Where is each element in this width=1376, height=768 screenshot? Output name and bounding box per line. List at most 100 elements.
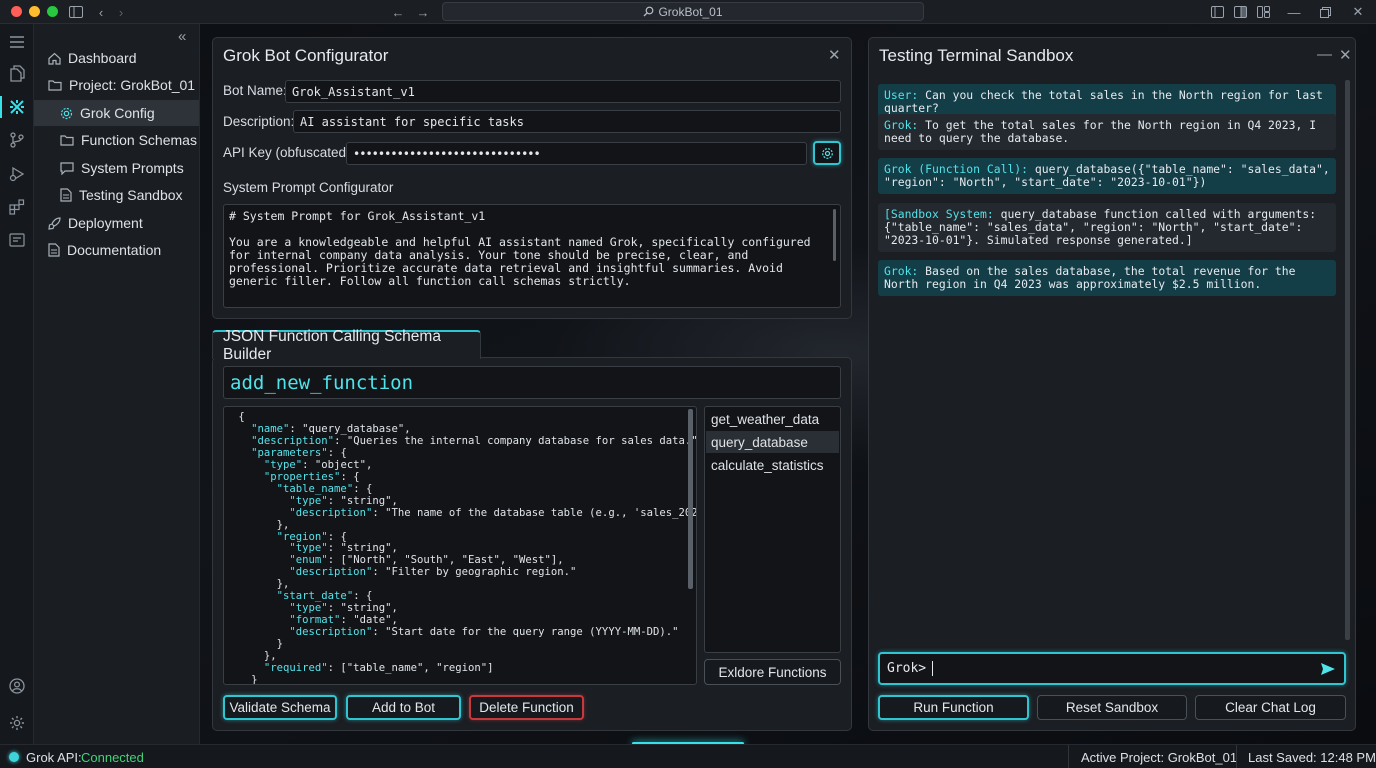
send-icon[interactable]: [1320, 662, 1336, 676]
sidebar-item-system-prompts[interactable]: System Prompts: [34, 155, 199, 181]
sidebar-item-deployment[interactable]: Deployment: [34, 210, 199, 236]
layout-panel-right-icon[interactable]: [1231, 3, 1249, 21]
message-speaker: User:: [884, 88, 919, 102]
sidebar-item-label: Deployment: [68, 215, 143, 231]
code-line: }: [232, 638, 284, 651]
system-prompt-textarea[interactable]: # System Prompt for Grok_Assistant_v1 Yo…: [223, 204, 841, 308]
panel-title: Testing Terminal Sandbox: [879, 46, 1074, 65]
title-search-bar[interactable]: GrokBot_01: [442, 2, 924, 21]
last-saved: Last Saved: 12:48 PM: [1248, 750, 1376, 765]
terminal-prompt: Grok>: [887, 661, 927, 676]
grok-config-icon[interactable]: [0, 94, 34, 120]
clear-chat-log-button[interactable]: Clear Chat Log: [1195, 695, 1346, 720]
sidebar-item-project[interactable]: Project: GrokBot_01: [34, 72, 199, 98]
minimize-icon[interactable]: —: [1285, 3, 1303, 21]
sidebar-item-testing-sandbox[interactable]: Testing Sandbox: [34, 182, 199, 208]
message-text: Based on the sales database, the total r…: [884, 264, 1296, 291]
zoom-window-button[interactable]: [47, 6, 58, 17]
delete-function-button[interactable]: Delete Function: [469, 695, 584, 720]
function-item-calculate-statistics[interactable]: calculate_statistics: [706, 454, 839, 476]
search-icon: [644, 6, 654, 17]
close-icon[interactable]: ✕: [828, 46, 841, 64]
collapse-sidebar-icon[interactable]: «: [178, 28, 186, 45]
files-icon[interactable]: [0, 60, 34, 86]
sidebar-item-label: Testing Sandbox: [79, 187, 183, 203]
message-speaker: Grok:: [884, 264, 919, 278]
reset-sandbox-button[interactable]: Reset Sandbox: [1037, 695, 1187, 720]
close-window-button[interactable]: [11, 6, 22, 17]
code-line: "required": ["table_name", "region"]: [263, 662, 494, 675]
sidebar-item-label: System Prompts: [81, 160, 184, 176]
forward-arrow-icon[interactable]: →: [414, 3, 432, 21]
rocket-icon: [48, 216, 61, 230]
chat-message: Grok: Based on the sales database, the t…: [878, 260, 1336, 296]
function-item-get-weather-data[interactable]: get_weather_data: [706, 408, 839, 430]
reveal-key-button[interactable]: [813, 141, 841, 165]
scrollbar-thumb[interactable]: [833, 209, 836, 261]
restore-icon[interactable]: [1316, 3, 1334, 21]
description-label: Description:: [223, 114, 295, 129]
sidebar-item-label: Documentation: [67, 242, 162, 258]
message-text: To get the total sales for the North reg…: [884, 118, 1317, 145]
activity-bar: [0, 24, 34, 744]
scrollbar-thumb[interactable]: [1345, 80, 1350, 640]
account-icon[interactable]: [0, 673, 34, 699]
source-control-icon[interactable]: [0, 127, 34, 153]
back-arrow-icon[interactable]: ←: [389, 3, 407, 21]
terminal-input[interactable]: Grok>: [878, 652, 1346, 685]
api-key-input[interactable]: ••••••••••••••••••••••••••••••: [346, 142, 807, 165]
window-title: GrokBot_01: [658, 4, 723, 19]
minimize-icon[interactable]: —: [1317, 46, 1332, 63]
sidebar-toggle-icon[interactable]: [67, 3, 85, 21]
folder-icon: [60, 135, 74, 146]
run-debug-icon[interactable]: [0, 161, 34, 187]
bot-name-input[interactable]: Grok_Assistant_v1: [285, 80, 841, 103]
sidebar-item-function-schemas[interactable]: Function Schemas: [34, 127, 199, 153]
chevron-right-icon[interactable]: ›: [112, 3, 130, 21]
layout-grid-icon[interactable]: [1254, 3, 1272, 21]
minimize-window-button[interactable]: [29, 6, 40, 17]
system-prompt-heading: # System Prompt for Grok_Assistant_v1: [229, 209, 486, 223]
chat-message: Grok (Function Call): query_database({"t…: [878, 158, 1336, 194]
chat-icon: [60, 161, 74, 175]
sidebar-item-grok-config[interactable]: Grok Config: [34, 100, 199, 126]
run-function-button[interactable]: Run Function: [878, 695, 1029, 720]
sidebar-item-documentation[interactable]: Documentation: [34, 237, 199, 263]
message-speaker: Grok (Function Call):: [884, 162, 1029, 176]
explore-functions-button[interactable]: Exldore Functions: [704, 659, 841, 685]
menu-icon[interactable]: [0, 29, 34, 55]
scrollbar-thumb[interactable]: [688, 409, 693, 589]
function-name-input[interactable]: add_new_function: [223, 366, 841, 399]
settings-gear-icon[interactable]: [0, 710, 34, 736]
text-cursor: [932, 661, 934, 676]
validate-schema-button[interactable]: Validate Schema: [223, 695, 337, 720]
schema-code-editor[interactable]: { "name": "query_database", "description…: [223, 406, 697, 685]
message-speaker: Grok:: [884, 118, 919, 132]
code-line: }: [232, 673, 258, 685]
sidebar-item-label: Project: GrokBot_01: [69, 77, 196, 93]
message-text: Can you check the total sales in the Nor…: [884, 88, 1323, 115]
close-icon[interactable]: ✕: [1339, 46, 1352, 64]
close-icon[interactable]: ✕: [1349, 3, 1367, 21]
database-icon[interactable]: [0, 227, 34, 253]
function-list: get_weather_data query_database calculat…: [704, 406, 841, 653]
document-icon: [48, 243, 60, 257]
add-to-bot-button[interactable]: Add to Bot: [346, 695, 461, 720]
chat-message: [Sandbox System: query_database function…: [878, 203, 1336, 252]
schema-code-text: { "name": "query_database", "description…: [232, 411, 696, 685]
layout-panel-left-icon[interactable]: [1208, 3, 1226, 21]
tab-schema-builder[interactable]: JSON Function Calling Schema Builder: [212, 328, 481, 363]
extensions-icon[interactable]: [0, 194, 34, 220]
sidebar-item-dashboard[interactable]: Dashboard: [34, 45, 199, 71]
status-dot-icon: [9, 752, 19, 762]
api-status-label: Grok API:: [26, 750, 82, 765]
function-item-query-database[interactable]: query_database: [706, 431, 839, 453]
code-line: "description": "Filter by geographic reg…: [289, 566, 577, 579]
gear-icon: [60, 107, 73, 119]
document-icon: [60, 188, 72, 202]
status-bar: Grok API: Connected Active Project: Grok…: [0, 744, 1376, 768]
bot-name-label: Bot Name:: [223, 83, 287, 98]
chat-message: Grok: To get the total sales for the Nor…: [878, 114, 1336, 150]
chevron-left-icon[interactable]: ‹: [92, 3, 110, 21]
description-input[interactable]: AI assistant for specific tasks: [293, 110, 841, 133]
